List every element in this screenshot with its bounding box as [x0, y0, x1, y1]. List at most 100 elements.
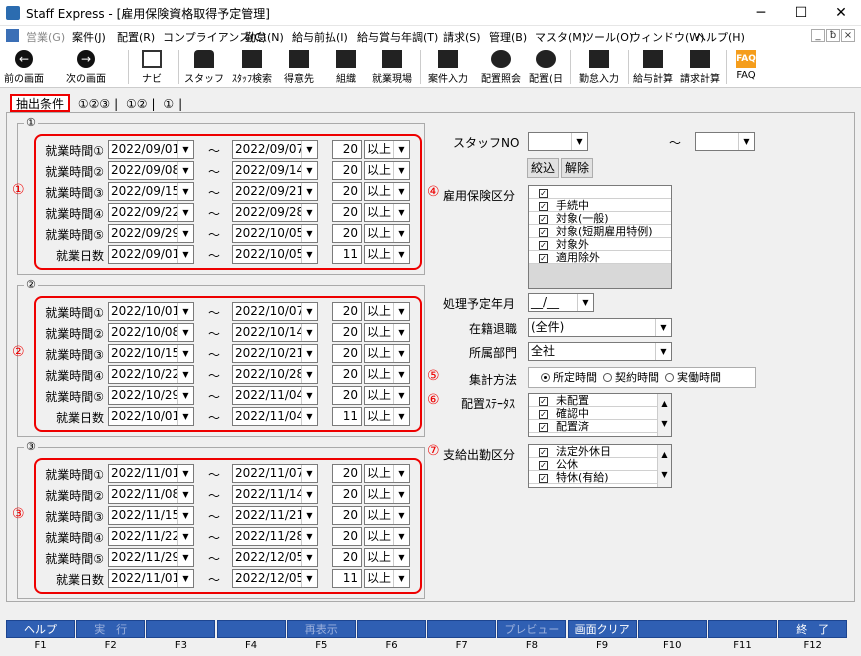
condition-select[interactable]: 以上 ▼ — [364, 485, 410, 504]
pay-attendance-item[interactable]: ✓ 法定外休日 — [529, 445, 671, 458]
fkey-f12-button[interactable]: 終 了 — [778, 620, 848, 638]
date-to-select[interactable]: 2022/10/05 ▼ — [232, 224, 318, 243]
date-from-select[interactable]: 2022/11/08 ▼ — [108, 485, 194, 504]
assign-status-item[interactable]: ✓ 配置済 — [529, 420, 671, 433]
threshold-input[interactable]: 11 — [332, 245, 362, 264]
condition-select[interactable]: 以上 ▼ — [364, 161, 410, 180]
fkey-f3-button[interactable] — [146, 620, 216, 638]
employment-insurance-item[interactable]: ✓ 対象外 — [529, 238, 671, 251]
threshold-input[interactable]: 20 — [332, 548, 362, 567]
fkey-f11-button[interactable] — [708, 620, 777, 638]
date-from-select[interactable]: 2022/09/15 ▼ — [108, 182, 194, 201]
menu-cases[interactable]: 案件(J) — [72, 29, 106, 45]
condition-select[interactable]: 以上 ▼ — [364, 224, 410, 243]
checkbox[interactable]: ✓ — [539, 202, 548, 211]
prev-screen-button[interactable]: ← 前の画面 — [2, 46, 46, 88]
date-to-select[interactable]: 2022/11/21 ▼ — [232, 506, 318, 525]
staff-search-button[interactable]: ｽﾀｯﾌ検索 — [228, 46, 276, 88]
date-from-select[interactable]: 2022/09/08 ▼ — [108, 161, 194, 180]
pay-attendance-item[interactable]: ✓ 特休(有給) — [529, 471, 671, 484]
menu-advance-pay[interactable]: 給与前払(I) — [292, 29, 348, 45]
date-from-select[interactable]: 2022/09/29 ▼ — [108, 224, 194, 243]
aggregation-radio[interactable] — [603, 373, 612, 382]
maximize-button[interactable]: ☐ — [781, 0, 821, 26]
threshold-input[interactable]: 20 — [332, 224, 362, 243]
date-to-select[interactable]: 2022/11/07 ▼ — [232, 464, 318, 483]
employment-insurance-item[interactable]: ✓ — [529, 186, 671, 199]
assign-status-scrollbar[interactable]: ▲ ▼ — [657, 394, 671, 436]
threshold-input[interactable]: 20 — [332, 302, 362, 321]
checkbox[interactable]: ✓ — [539, 228, 548, 237]
navi-button[interactable]: ナビ — [134, 46, 170, 88]
checkbox[interactable]: ✓ — [539, 461, 548, 470]
checkbox[interactable]: ✓ — [539, 410, 548, 419]
date-from-select[interactable]: 2022/11/01 ▼ — [108, 464, 194, 483]
condition-select[interactable]: 以上 ▼ — [364, 323, 410, 342]
checkbox[interactable]: ✓ — [539, 397, 548, 406]
threshold-input[interactable]: 20 — [332, 161, 362, 180]
case-input-button[interactable]: 案件入力 — [424, 46, 472, 88]
menu-admin[interactable]: 管理(B) — [489, 29, 527, 45]
fkey-f4-button[interactable] — [216, 620, 286, 638]
menu-window[interactable]: ウィンドウ(W) — [630, 29, 704, 45]
fkey-f1-button[interactable]: ヘルプ — [6, 620, 75, 638]
checkbox[interactable]: ✓ — [539, 448, 548, 457]
salary-calc-button[interactable]: 給与計算 — [630, 46, 676, 88]
billing-calc-button[interactable]: 請求計算 — [678, 46, 722, 88]
employment-insurance-item[interactable]: ✓ 適用除外 — [529, 251, 671, 264]
employment-insurance-item[interactable]: ✓ 対象(一般) — [529, 212, 671, 225]
date-to-select[interactable]: 2022/11/28 ▼ — [232, 527, 318, 546]
faq-button[interactable]: FAQ FAQ — [730, 46, 762, 88]
date-from-select[interactable]: 2022/11/01 ▼ — [108, 569, 194, 588]
menu-sales[interactable]: 営業(G) — [26, 29, 65, 45]
checkbox[interactable]: ✓ — [539, 215, 548, 224]
clear-button[interactable]: 解除 — [561, 158, 593, 178]
condition-select[interactable]: 以上 ▼ — [364, 548, 410, 567]
threshold-input[interactable]: 20 — [332, 506, 362, 525]
assign-status-item[interactable]: ✓ 確認中 — [529, 407, 671, 420]
date-to-select[interactable]: 2022/09/07 ▼ — [232, 140, 318, 159]
fkey-f2-button[interactable]: 実 行 — [76, 620, 146, 638]
mdi-restore-button[interactable]: ƀ — [826, 29, 840, 42]
date-from-select[interactable]: 2022/10/22 ▼ — [108, 365, 194, 384]
menu-billing[interactable]: 請求(S) — [443, 29, 481, 45]
filter-button[interactable]: 絞込 — [527, 158, 559, 178]
menu-help[interactable]: ヘルプ(H) — [695, 29, 745, 45]
staff-button[interactable]: スタッフ — [184, 46, 224, 88]
fkey-f6-button[interactable] — [357, 620, 426, 638]
threshold-input[interactable]: 20 — [332, 203, 362, 222]
threshold-input[interactable]: 20 — [332, 527, 362, 546]
staff-no-from-select[interactable]: ▼ — [528, 132, 588, 151]
pay-attendance-scrollbar[interactable]: ▲ ▼ — [657, 445, 671, 487]
menu-salary[interactable]: 給与賞与年調(T) — [357, 29, 438, 45]
condition-select[interactable]: 以上 ▼ — [364, 407, 410, 426]
checkbox[interactable]: ✓ — [539, 189, 548, 198]
menu-assign[interactable]: 配置(R) — [117, 29, 155, 45]
employment-insurance-item[interactable]: ✓ 対象(短期雇用特例) — [529, 225, 671, 238]
date-from-select[interactable]: 2022/09/01 ▼ — [108, 245, 194, 264]
date-from-select[interactable]: 2022/10/01 ▼ — [108, 407, 194, 426]
minimize-button[interactable]: ─ — [741, 0, 781, 26]
fkey-f7-button[interactable] — [427, 620, 497, 638]
date-to-select[interactable]: 2022/11/14 ▼ — [232, 485, 318, 504]
date-to-select[interactable]: 2022/10/07 ▼ — [232, 302, 318, 321]
menu-master[interactable]: マスタ(M) — [535, 29, 586, 45]
assign-inquiry-button[interactable]: 配置照会 — [476, 46, 526, 88]
fkey-f10-button[interactable] — [637, 620, 707, 638]
date-to-select[interactable]: 2022/10/05 ▼ — [232, 245, 318, 264]
threshold-input[interactable]: 11 — [332, 569, 362, 588]
condition-select[interactable]: 以上 ▼ — [364, 344, 410, 363]
enrollment-select[interactable]: (全件) ▼ — [528, 318, 672, 337]
date-from-select[interactable]: 2022/10/01 ▼ — [108, 302, 194, 321]
next-screen-button[interactable]: → 次の画面 — [60, 46, 112, 88]
date-to-select[interactable]: 2022/09/28 ▼ — [232, 203, 318, 222]
assign-status-list[interactable]: ✓ 未配置 ✓ 確認中 ✓ 配置済 ▲ ▼ — [528, 393, 672, 437]
threshold-input[interactable]: 20 — [332, 485, 362, 504]
condition-select[interactable]: 以上 ▼ — [364, 140, 410, 159]
work-site-button[interactable]: 就業現場 — [368, 46, 416, 88]
date-from-select[interactable]: 2022/11/15 ▼ — [108, 506, 194, 525]
condition-select[interactable]: 以上 ▼ — [364, 506, 410, 525]
date-to-select[interactable]: 2022/11/04 ▼ — [232, 407, 318, 426]
threshold-input[interactable]: 20 — [332, 464, 362, 483]
checkbox[interactable]: ✓ — [539, 474, 548, 483]
